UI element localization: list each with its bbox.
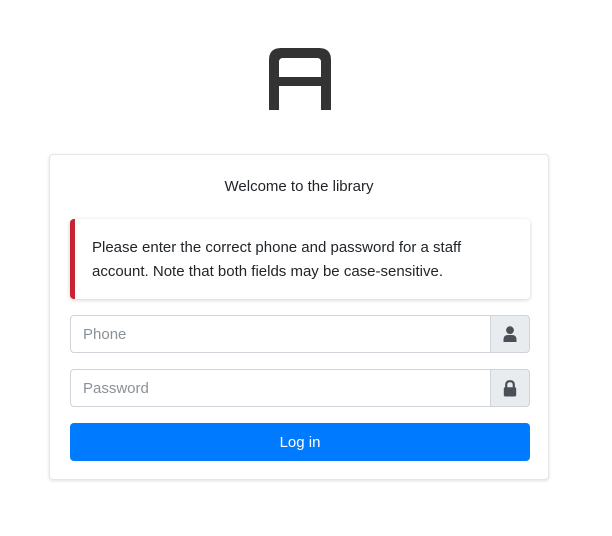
login-button[interactable]: Log in [70,423,530,461]
phone-addon [490,315,530,353]
error-alert-text: Please enter the correct phone and passw… [92,239,462,280]
phone-input[interactable] [70,315,490,353]
user-icon [503,326,517,342]
login-card: Welcome to the library Please enter the … [49,154,549,480]
phone-input-group [70,315,530,353]
password-input-group [70,369,530,407]
password-addon [490,369,530,407]
password-input[interactable] [70,369,490,407]
login-page: Welcome to the library Please enter the … [0,0,612,536]
logo-a-icon [269,48,331,110]
error-alert: Please enter the correct phone and passw… [70,219,530,299]
card-title: Welcome to the library [224,178,374,195]
lock-icon [503,379,517,396]
